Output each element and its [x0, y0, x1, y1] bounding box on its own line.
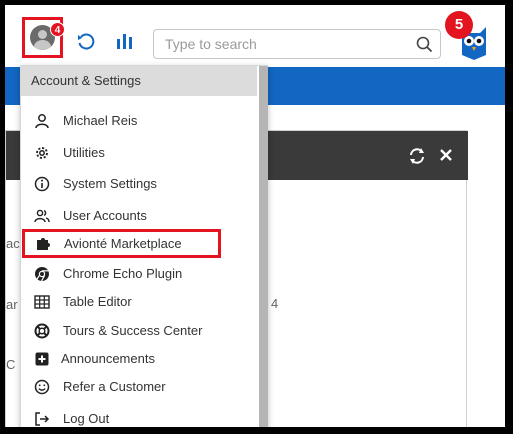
- logout-icon: [35, 412, 50, 426]
- app-window: 4 5: [5, 5, 505, 427]
- menu-item-label: Log Out: [63, 411, 110, 426]
- chrome-icon: [35, 267, 49, 282]
- background-text: ar: [6, 297, 18, 312]
- menu-item-label: Chrome Echo Plugin: [63, 266, 183, 281]
- search-icon[interactable]: [416, 36, 433, 53]
- menu-item-label: System Settings: [63, 176, 157, 191]
- search-box[interactable]: [153, 29, 441, 59]
- menu-item-table-editor[interactable]: Table Editor: [21, 288, 257, 316]
- menu-item-profile[interactable]: Michael Reis: [21, 107, 257, 135]
- notifications-button[interactable]: 5: [445, 11, 491, 61]
- lifebuoy-icon: [34, 323, 50, 339]
- menu-item-tours[interactable]: Tours & Success Center: [21, 317, 257, 345]
- menu-title: Account & Settings: [21, 66, 257, 96]
- menu-item-refer-customer[interactable]: Refer a Customer: [21, 373, 257, 401]
- refresh-icon[interactable]: [408, 147, 426, 165]
- menu-item-label: User Accounts: [63, 208, 147, 223]
- menu-item-marketplace[interactable]: Avionté Marketplace: [22, 229, 221, 258]
- menu-item-label: Refer a Customer: [63, 379, 166, 394]
- menu-item-label: Tours & Success Center: [63, 323, 203, 338]
- notifications-badge: 5: [445, 11, 473, 39]
- menu-item-utilities[interactable]: Utilities: [21, 139, 257, 167]
- avatar-badge: 4: [50, 22, 65, 37]
- search-input[interactable]: [165, 35, 405, 53]
- info-icon: [34, 176, 50, 192]
- menu-item-label: Table Editor: [63, 294, 132, 309]
- menu-item-user-accounts[interactable]: User Accounts: [21, 202, 257, 230]
- refresh-icon[interactable]: [77, 33, 95, 51]
- menu-item-logout[interactable]: Log Out: [21, 405, 257, 427]
- menu-item-system-settings[interactable]: System Settings: [21, 170, 257, 198]
- menu-item-label: Michael Reis: [63, 113, 138, 128]
- gear-icon: [36, 147, 48, 159]
- smile-icon: [34, 379, 50, 395]
- top-header: 4 5: [5, 5, 505, 67]
- menu-item-label: Avionté Marketplace: [64, 236, 182, 251]
- users-icon: [34, 209, 50, 223]
- menu-item-chrome-plugin[interactable]: Chrome Echo Plugin: [21, 260, 257, 288]
- menu-item-label: Announcements: [61, 351, 155, 366]
- background-text: C: [6, 357, 16, 372]
- account-menu-button[interactable]: 4: [22, 17, 65, 58]
- puzzle-icon: [37, 238, 50, 250]
- background-text: 4: [271, 296, 279, 311]
- account-settings-menu: Account & Settings Michael Reis Utilitie…: [20, 65, 268, 427]
- close-icon[interactable]: [438, 147, 454, 163]
- menu-item-announcements[interactable]: Announcements: [21, 345, 257, 373]
- menu-item-label: Utilities: [63, 145, 105, 160]
- user-icon: [35, 114, 49, 129]
- menu-scrollbar[interactable]: [259, 66, 268, 427]
- table-icon: [34, 295, 50, 309]
- bar-chart-icon[interactable]: [116, 32, 133, 50]
- plus-square-icon: [35, 352, 49, 366]
- background-text: ac: [6, 236, 20, 251]
